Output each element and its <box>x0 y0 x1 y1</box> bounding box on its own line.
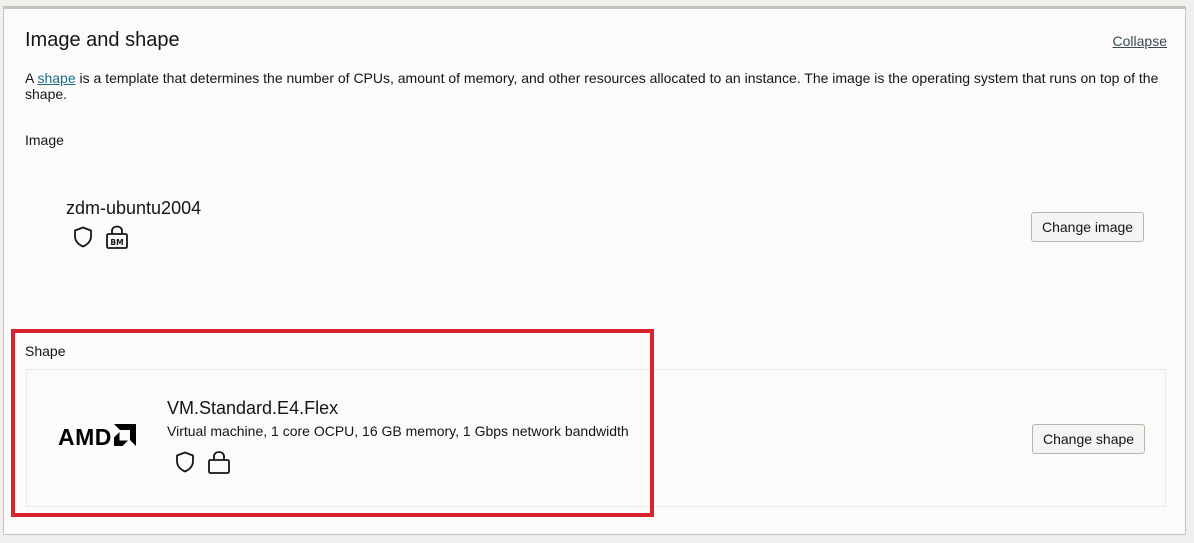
lock-icon <box>207 450 231 474</box>
image-section-label: Image <box>25 132 64 148</box>
description-prefix: A <box>25 70 38 86</box>
image-name: zdm-ubuntu2004 <box>66 198 202 218</box>
description-suffix: is a template that determines the number… <box>25 70 1159 102</box>
svg-text:BM: BM <box>110 238 123 247</box>
shape-icon-row <box>175 450 231 474</box>
section-title: Image and shape <box>25 29 180 51</box>
amd-logo-text: AMD <box>58 424 112 450</box>
change-image-button[interactable]: Change image <box>1031 212 1145 242</box>
amd-logo: AMD <box>58 423 137 452</box>
shape-card: AMD VM.Standard.E4.Flex Virtual machine,… <box>26 369 1166 507</box>
section-description: A shape is a template that determines th… <box>25 70 1165 102</box>
image-and-shape-panel: Image and shape Collapse A shape is a te… <box>3 6 1186 535</box>
shape-details: Virtual machine, 1 core OCPU, 16 GB memo… <box>167 423 629 439</box>
shield-icon <box>73 226 93 248</box>
collapse-link[interactable]: Collapse <box>1113 33 1167 49</box>
amd-arrow-icon <box>113 423 137 452</box>
shape-help-link[interactable]: shape <box>37 70 75 86</box>
bare-metal-lock-icon: BM <box>105 225 129 249</box>
shield-icon <box>175 451 195 473</box>
shape-section-label: Shape <box>25 343 66 359</box>
shape-name: VM.Standard.E4.Flex <box>167 398 339 418</box>
image-icon-row: BM <box>73 225 129 249</box>
change-shape-button[interactable]: Change shape <box>1032 424 1146 454</box>
